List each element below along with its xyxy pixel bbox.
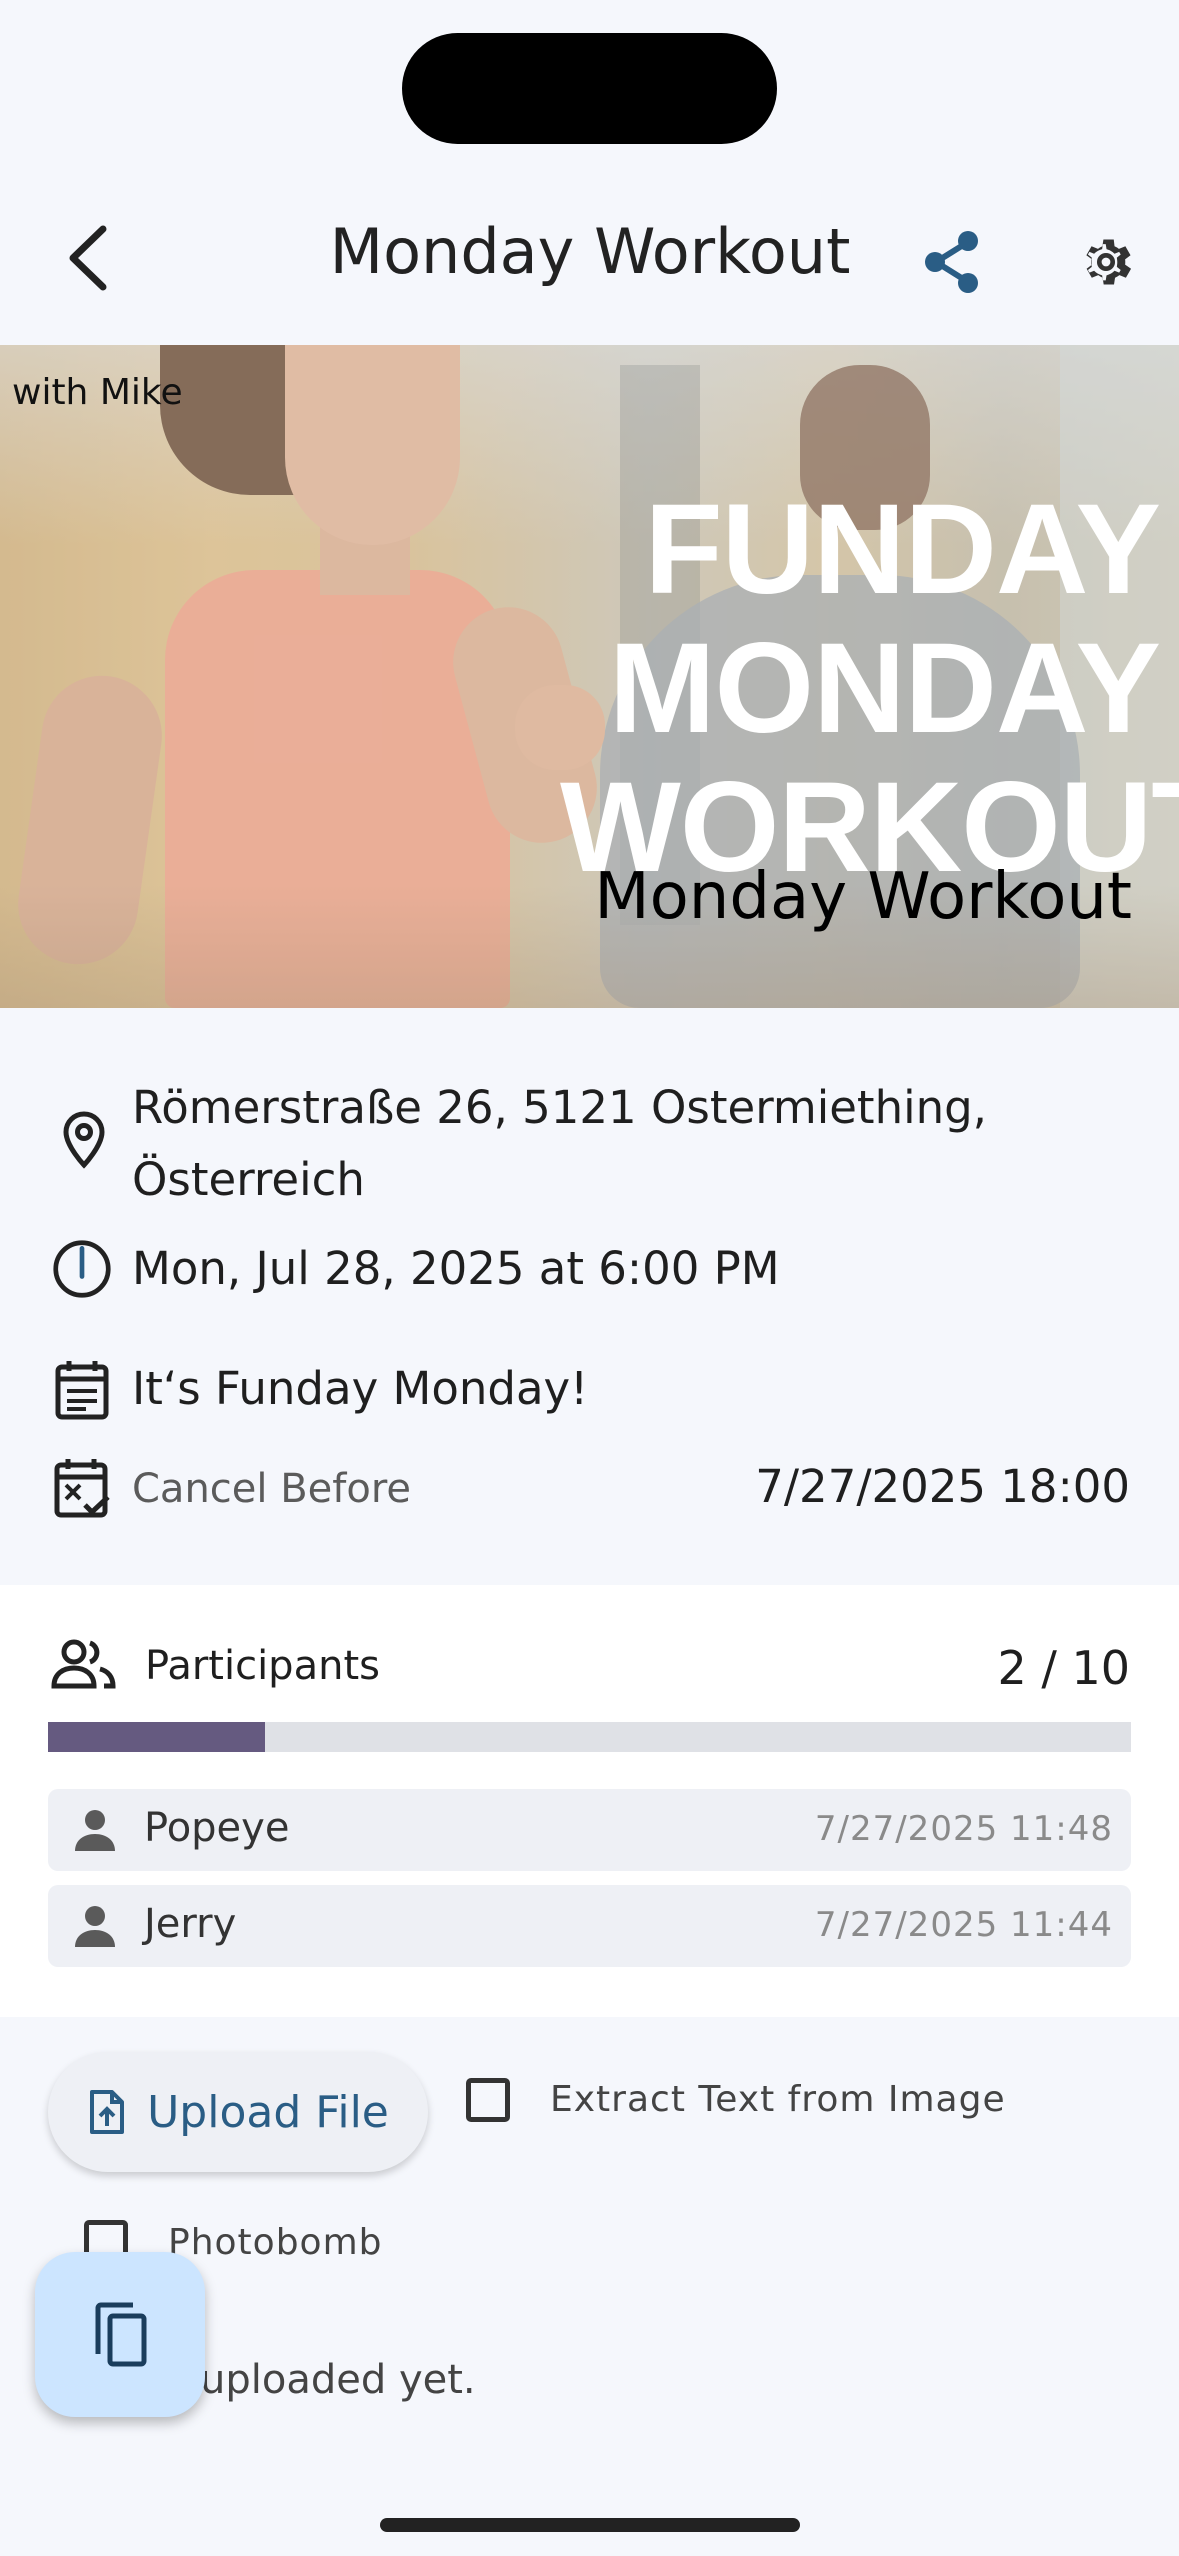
participants-progress-fill <box>48 1722 265 1752</box>
settings-button[interactable] <box>1066 222 1146 302</box>
no-uploads-message: uploaded yet. <box>200 2357 476 2403</box>
participant-row[interactable]: Popeye 7/27/2025 11:48 <box>48 1789 1131 1871</box>
person-icon <box>75 1810 115 1851</box>
gear-icon <box>1086 239 1132 285</box>
participant-joined-time: 7/27/2025 11:44 <box>814 1905 1113 1945</box>
person-icon <box>75 1906 115 1947</box>
address-line: Österreich <box>132 1153 365 1206</box>
participant-name: Popeye <box>144 1805 290 1851</box>
clock-icon <box>52 1237 112 1301</box>
copy-icon <box>95 2302 147 2366</box>
share-button[interactable] <box>912 222 992 302</box>
cancel-before-label: Cancel Before <box>132 1466 412 1512</box>
hero-trainer-tag: with Mike <box>12 372 183 413</box>
people-icon <box>50 1638 118 1694</box>
page-title: Monday Workout <box>329 215 851 288</box>
event-address[interactable]: Römerstraße 26, 5121 Ostermiething, Öste… <box>132 1072 987 1216</box>
cancel-before-value: 7/27/2025 18:00 <box>755 1460 1130 1513</box>
home-indicator[interactable] <box>380 2518 800 2532</box>
copy-fab-button[interactable] <box>35 2252 205 2417</box>
hero-headline: FUNDAY MONDAY WORKOUT <box>560 478 1179 897</box>
participant-row[interactable]: Jerry 7/27/2025 11:44 <box>48 1885 1131 1967</box>
participant-joined-time: 7/27/2025 11:48 <box>814 1809 1113 1849</box>
back-button[interactable] <box>52 218 122 298</box>
file-upload-icon <box>90 2090 125 2134</box>
camera-island <box>402 33 777 144</box>
calendar-x-icon <box>52 1456 112 1520</box>
participants-label: Participants <box>145 1643 380 1689</box>
hero-caption: Monday Workout <box>594 860 1132 934</box>
extract-text-checkbox[interactable] <box>466 2078 510 2122</box>
share-icon <box>925 231 978 293</box>
calendar-notes-icon <box>52 1358 112 1422</box>
event-description: It‘s Funday Monday! <box>132 1362 589 1415</box>
address-line: Römerstraße 26, 5121 Ostermiething, <box>132 1081 987 1134</box>
hero-headline-line: FUNDAY <box>644 478 1161 621</box>
event-datetime: Mon, Jul 28, 2025 at 6:00 PM <box>132 1242 780 1295</box>
hero-headline-line: MONDAY <box>608 617 1161 760</box>
photobomb-label: Photobomb <box>168 2222 383 2263</box>
map-pin-icon <box>54 1108 114 1172</box>
upload-file-label: Upload File <box>147 2086 389 2138</box>
participants-count: 2 / 10 <box>997 1641 1130 1695</box>
upload-file-button[interactable]: Upload File <box>48 2052 428 2172</box>
participant-name: Jerry <box>144 1901 237 1947</box>
chevron-left-icon <box>69 225 107 291</box>
extract-text-label: Extract Text from Image <box>550 2079 1006 2120</box>
